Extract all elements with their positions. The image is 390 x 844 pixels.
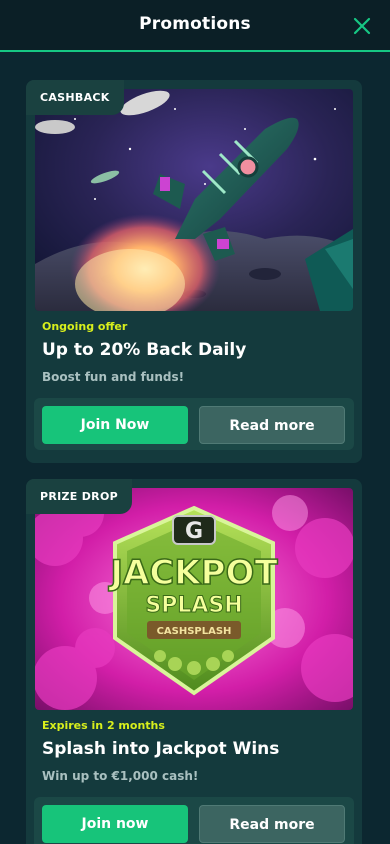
logo-line-2: SPLASH [145,593,242,618]
close-button[interactable] [352,16,372,36]
promotion-card-cashback: CASHBACK Ongoing offer Up to 20% Back Da… [26,80,362,463]
logo-line-3: CASHSPLASH [157,626,232,637]
offer-status: Ongoing offer [42,320,128,333]
promotion-actions: Join Now Read more [34,398,354,450]
promotion-card-prize-drop: PRIZE DROP G JACKPOT SPLASH CASHSPLASH E… [26,479,362,844]
promotion-title: Splash into Jackpot Wins [42,739,280,759]
rocket-launch-illustration [35,89,353,311]
logo-line-1: JACKPOT [108,553,278,593]
category-badge: PRIZE DROP [26,479,132,514]
promotion-image-jackpot[interactable]: G JACKPOT SPLASH CASHSPLASH [35,488,353,710]
join-now-button[interactable]: Join Now [42,406,188,444]
page-title: Promotions [139,14,251,34]
read-more-button[interactable]: Read more [199,805,345,843]
svg-text:G: G [185,519,203,544]
promotion-image-rocket[interactable] [35,89,353,311]
offer-status: Expires in 2 months [42,719,165,732]
join-now-button[interactable]: Join now [42,805,188,843]
promotion-actions: Join now Read more [34,797,354,844]
promotion-subtitle: Boost fun and funds! [42,370,185,384]
promotion-title: Up to 20% Back Daily [42,340,247,360]
category-badge: CASHBACK [26,80,124,115]
promotions-list[interactable]: CASHBACK Ongoing offer Up to 20% Back Da… [0,52,390,844]
jackpot-splash-logo: G JACKPOT SPLASH CASHSPLASH [35,488,353,710]
promotion-subtitle: Win up to €1,000 cash! [42,769,199,783]
top-bar: Promotions [0,0,390,52]
close-icon [353,17,371,35]
read-more-button[interactable]: Read more [199,406,345,444]
